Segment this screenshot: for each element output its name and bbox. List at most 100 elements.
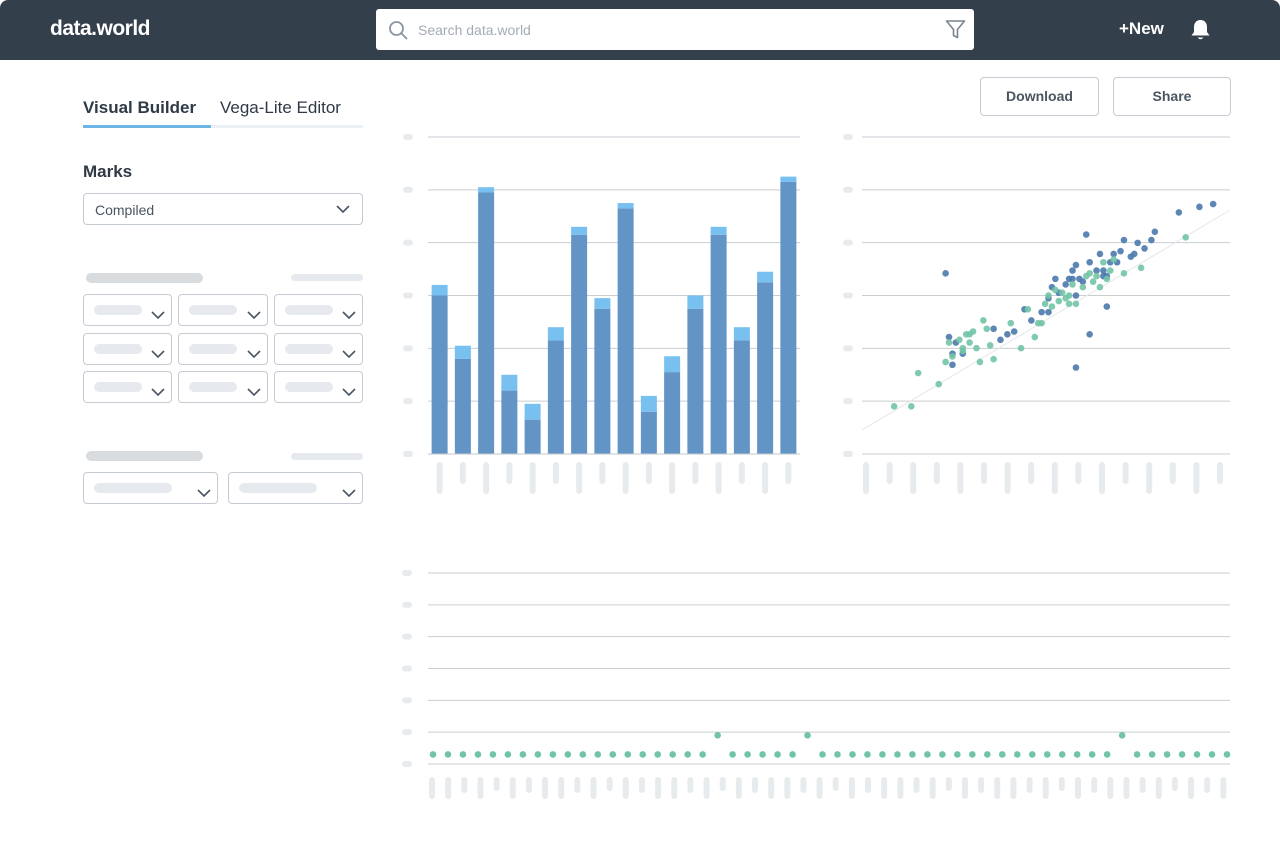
x-tick-label-placeholder — [1171, 777, 1178, 791]
strip-point — [1073, 751, 1081, 758]
strip-point — [744, 751, 751, 758]
x-tick-label-placeholder — [461, 777, 468, 793]
scatter-point — [1100, 258, 1107, 266]
scatter-point — [1065, 300, 1073, 308]
scatter-point — [1062, 281, 1069, 288]
bar — [664, 372, 681, 454]
x-tick-label-placeholder — [1058, 777, 1065, 791]
bar — [640, 411, 657, 454]
strip-point — [969, 751, 976, 758]
scatter-point — [966, 330, 973, 338]
y-tick-label-placeholder — [402, 697, 412, 704]
strip-point — [549, 751, 557, 758]
strip-point — [984, 751, 991, 758]
x-tick-label-placeholder — [574, 777, 581, 793]
x-tick-label-placeholder — [1122, 462, 1129, 484]
x-tick-label-placeholder — [1075, 462, 1082, 484]
x-tick-label-placeholder — [816, 777, 823, 799]
x-tick-label-placeholder — [1042, 777, 1049, 799]
strip-point — [894, 751, 901, 758]
bar — [594, 308, 611, 454]
x-tick-label-placeholder — [981, 462, 987, 484]
bar — [571, 234, 588, 454]
x-tick-label-placeholder — [1193, 462, 1200, 494]
bar — [431, 295, 448, 454]
bar-segment-top — [524, 403, 541, 420]
bar-segment-top — [687, 295, 704, 309]
scatter-point — [1182, 234, 1189, 241]
strip-point — [1148, 751, 1156, 758]
scatter-point — [942, 358, 949, 366]
scatter-point — [1052, 275, 1059, 283]
scatter-point — [1072, 364, 1080, 371]
scatter-point — [1055, 297, 1063, 305]
x-tick-label-placeholder — [1107, 777, 1114, 799]
strip-point — [1223, 751, 1231, 758]
scatter-point — [959, 347, 967, 355]
strip-point — [1193, 751, 1201, 758]
bar-segment-top — [710, 226, 727, 235]
scatter-point — [1141, 245, 1148, 252]
scatter-point — [1103, 275, 1111, 283]
x-tick-label-placeholder — [832, 777, 839, 791]
x-tick-label-placeholder — [590, 777, 597, 799]
strip-point — [998, 751, 1006, 758]
strip-point — [699, 751, 706, 758]
x-tick-label-placeholder — [784, 777, 791, 799]
bar-segment-top — [571, 226, 588, 235]
x-tick-label-placeholder — [785, 462, 792, 484]
scatter-point — [949, 353, 956, 360]
scatter-point — [1045, 308, 1052, 316]
scatter-point — [1120, 270, 1128, 277]
x-tick-label-placeholder — [1146, 462, 1153, 494]
strip-point — [714, 732, 721, 739]
x-tick-label-placeholder — [719, 777, 726, 791]
x-tick-label-placeholder — [436, 462, 443, 494]
bar-segment-top — [617, 203, 634, 209]
x-tick-label-placeholder — [477, 777, 484, 799]
x-tick-label-placeholder — [506, 462, 513, 484]
strip-point — [939, 751, 946, 758]
bar — [617, 208, 634, 454]
x-tick-label-placeholder — [1091, 777, 1098, 793]
bar-segment-top — [501, 374, 518, 391]
x-tick-label-placeholder — [738, 462, 745, 484]
strip-point — [489, 751, 497, 758]
y-tick-label-placeholder — [403, 186, 413, 193]
y-tick-label-placeholder — [402, 665, 412, 672]
x-tick-label-placeholder — [800, 777, 807, 793]
x-tick-label-placeholder — [552, 462, 559, 484]
scatter-point — [1038, 319, 1045, 327]
scatter-point — [1089, 278, 1097, 285]
x-tick-label-placeholder — [542, 777, 549, 799]
x-tick-label-placeholder — [529, 462, 536, 494]
bar — [780, 181, 797, 455]
strip-point — [1163, 751, 1171, 758]
scatter-point — [1072, 261, 1080, 269]
strip-point — [819, 751, 826, 758]
scatter-point — [1017, 344, 1025, 352]
x-tick-label-placeholder — [913, 777, 920, 793]
bar-segment-top — [431, 284, 448, 296]
scatter-point — [1096, 250, 1104, 258]
x-tick-label-placeholder — [429, 777, 435, 799]
x-tick-label-placeholder — [606, 777, 613, 791]
scatter-point — [1024, 306, 1032, 313]
strip-point — [534, 751, 542, 758]
x-tick-label-placeholder — [1123, 777, 1130, 799]
bar — [733, 340, 750, 454]
bar — [524, 419, 541, 454]
x-tick-label-placeholder — [881, 777, 888, 799]
y-tick-label-placeholder — [843, 398, 853, 405]
x-tick-label-placeholder — [671, 777, 678, 799]
y-tick-label-placeholder — [403, 398, 413, 405]
y-tick-label-placeholder — [843, 134, 853, 140]
scatter-point — [1031, 333, 1039, 341]
y-tick-label-placeholder — [403, 345, 413, 352]
scatter-point — [1082, 231, 1090, 238]
y-tick-label-placeholder — [843, 345, 853, 352]
x-tick-label-placeholder — [978, 777, 985, 793]
x-tick-label-placeholder — [1188, 777, 1195, 799]
x-tick-label-placeholder — [1139, 777, 1146, 793]
x-tick-label-placeholder — [445, 777, 452, 799]
